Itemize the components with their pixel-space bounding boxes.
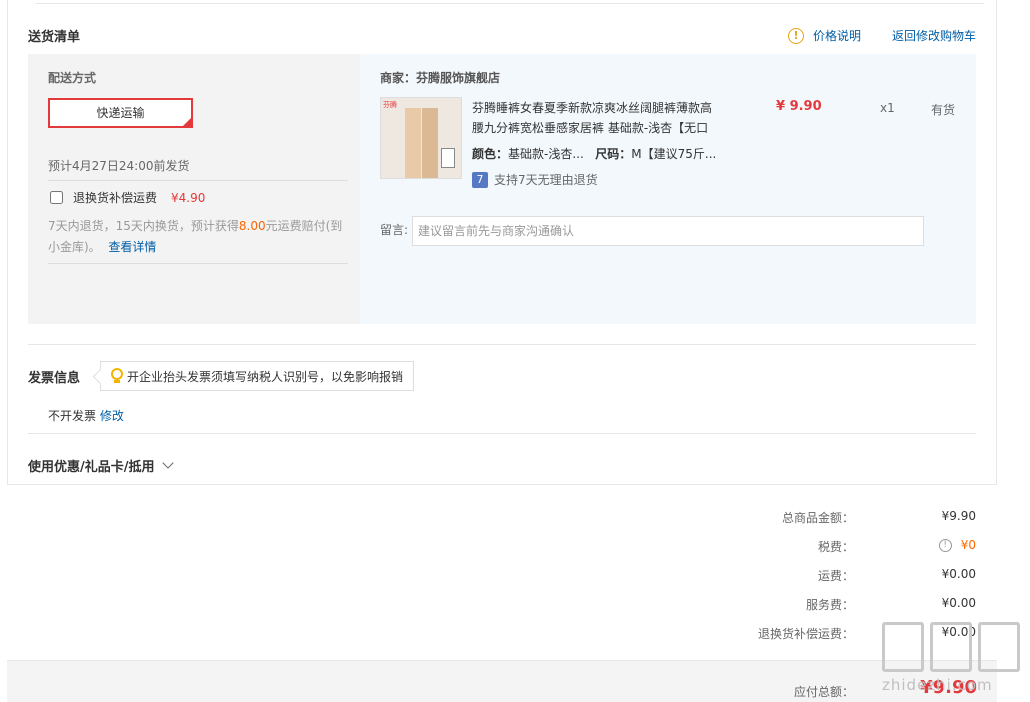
coupon-toggle[interactable]: 使用优惠/礼品卡/抵用 xyxy=(28,456,174,475)
invoice-title: 发票信息 xyxy=(28,371,81,386)
product-thumbnail[interactable]: 芬腾 xyxy=(380,97,462,179)
check-icon: ✓ xyxy=(184,111,191,120)
product-image-part xyxy=(405,108,421,178)
invoice-status-text: 不开发票 xyxy=(48,409,97,423)
payable-total-bar: 应付总额： ¥9.90 xyxy=(7,660,997,702)
back-to-cart-link[interactable]: 返回修改购物车 xyxy=(892,27,976,44)
invoice-status: 不开发票 修改 xyxy=(48,407,124,424)
return-desc-text: 7天内退货，15天内换货，预计获得 xyxy=(48,219,239,233)
divider xyxy=(48,263,348,264)
product-attributes: 颜色：基础款-浅杏... 尺码：M【建议75斤... xyxy=(472,145,716,162)
service-value: ¥0.00 xyxy=(941,596,976,610)
watermark-logo-icon xyxy=(978,622,1020,672)
invoice-tooltip: 开企业抬头发票须填写纳税人识别号，以免影响报销 xyxy=(100,361,415,391)
return-insurance-description: 7天内退货，15天内换货，预计获得8.00元运费赔付(到小金库)。 查看详情 xyxy=(48,216,353,258)
stock-status: 有货 xyxy=(931,103,956,117)
tax-label: 税费： xyxy=(817,540,854,554)
goods-total-value: ¥9.90 xyxy=(941,509,976,523)
color-label: 颜色： xyxy=(472,147,509,161)
goods-box: 商家：芬腾服饰旗舰店 芬腾 芬腾睡裤女春夏季新款凉爽冰丝阔腿裤薄款高腰九分裤宽松… xyxy=(360,54,976,324)
merchant-name: 商家：芬腾服饰旗舰店 xyxy=(380,71,501,85)
summary-goods-total: 总商品金额： ¥9.90 xyxy=(700,509,976,529)
unit-price: ¥ 9.90 xyxy=(776,99,822,114)
return-insurance-label: 退换货补偿运费 xyxy=(73,191,158,205)
coupon-title: 使用优惠/礼品卡/抵用 xyxy=(28,460,155,475)
shipping-value: ¥0.00 xyxy=(941,567,976,581)
express-shipping-option[interactable]: 快递运输 ✓ xyxy=(48,98,193,128)
order-panel: 送货清单 ! 价格说明 返回修改购物车 配送方式 快递运输 ✓ 预计4月27日2… xyxy=(7,0,997,485)
size-label: 尺码： xyxy=(595,147,632,161)
chevron-down-icon xyxy=(161,457,174,469)
service-label: 服务费： xyxy=(805,598,854,612)
warning-icon: ! xyxy=(788,27,804,44)
view-details-link[interactable]: 查看详情 xyxy=(108,240,156,254)
return-insurance-checkbox[interactable] xyxy=(50,191,63,204)
return-insurance-row: 退换货补偿运费 ¥4.90 xyxy=(50,189,205,206)
summary-service: 服务费： ¥0.00 xyxy=(700,596,976,616)
payable-label: 应付总额： xyxy=(794,685,855,699)
invoice-tip-text: 开企业抬头发票须填写纳税人识别号，以免影响报销 xyxy=(127,369,404,384)
color-value: 基础款-浅杏... xyxy=(508,147,584,161)
lightbulb-icon xyxy=(111,368,123,384)
size-value: M【建议75斤... xyxy=(631,147,717,161)
quantity: x1 xyxy=(880,101,895,115)
divider xyxy=(36,3,984,4)
shipping-label: 运费： xyxy=(817,569,854,583)
watermark-logo-icon xyxy=(882,622,924,672)
product-tag-icon xyxy=(441,148,455,168)
message-label: 留言: xyxy=(380,223,409,237)
product-image-part xyxy=(422,108,438,178)
goods-total-label: 总商品金额： xyxy=(781,511,854,525)
return-fee-label: 退换货补偿运费： xyxy=(757,627,854,641)
watermark-text: zhidezhi.com xyxy=(882,676,993,694)
price-note-link[interactable]: ! 价格说明 xyxy=(788,27,861,44)
price-note-label: 价格说明 xyxy=(813,29,862,43)
site-watermark: zhidezhi.com xyxy=(878,618,1024,702)
shipping-method-box: 配送方式 快递运输 ✓ 预计4月27日24:00前发货 退换货补偿运费 ¥4.9… xyxy=(28,54,360,324)
thumb-brand-logo: 芬腾 xyxy=(383,101,397,109)
support-text: 支持7天无理由退货 xyxy=(494,173,598,187)
divider xyxy=(28,344,976,345)
shipping-method-label: 配送方式 xyxy=(48,71,97,85)
edit-invoice-link[interactable]: 修改 xyxy=(100,409,124,423)
tax-value-wrap: ! ¥0 xyxy=(938,538,976,552)
watermark-logo-icon xyxy=(930,622,972,672)
return-desc-amount: 8.00 xyxy=(238,219,266,233)
summary-shipping: 运费： ¥0.00 xyxy=(700,567,976,587)
return-insurance-price: ¥4.90 xyxy=(171,190,206,205)
express-option-label: 快递运输 xyxy=(96,106,145,120)
seven-day-return-support: 7 支持7天无理由退货 xyxy=(472,171,598,188)
tax-value: ¥0 xyxy=(960,538,976,552)
delivery-list-title: 送货清单 xyxy=(28,30,81,45)
message-input[interactable] xyxy=(412,216,924,246)
info-icon[interactable]: ! xyxy=(938,538,952,552)
ship-date: 预计4月27日24:00前发货 xyxy=(48,159,190,173)
product-name-link[interactable]: 芬腾睡裤女春夏季新款凉爽冰丝阔腿裤薄款高腰九分裤宽松垂感家居裤 基础款-浅杏【无… xyxy=(472,98,722,138)
summary-tax: 税费： ! ¥0 xyxy=(700,538,976,558)
divider xyxy=(28,433,976,434)
seven-day-return-icon: 7 xyxy=(472,171,488,188)
divider xyxy=(48,180,348,181)
